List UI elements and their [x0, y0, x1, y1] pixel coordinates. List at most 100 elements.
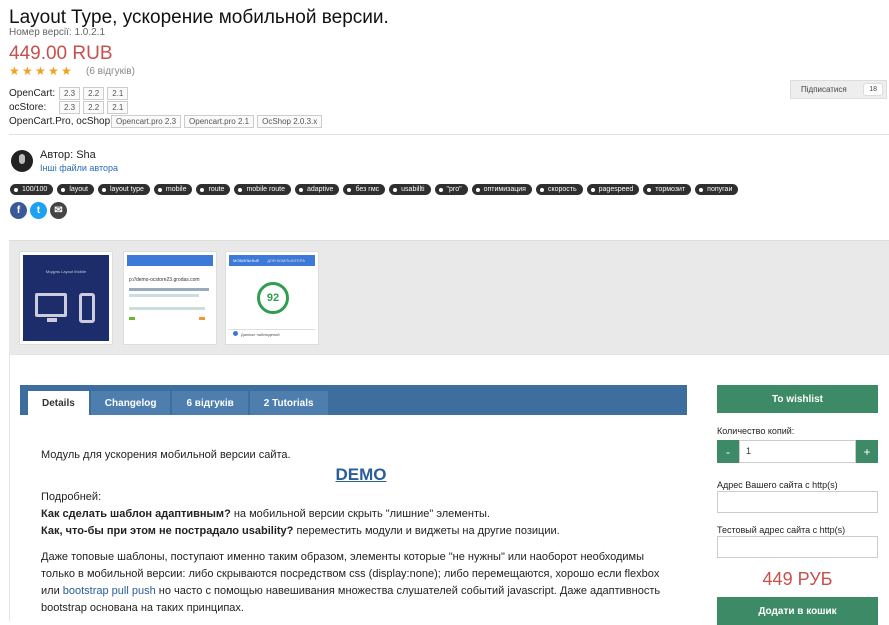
- tab-changelog[interactable]: Changelog: [90, 391, 171, 415]
- share-buttons: f t ✉: [10, 202, 67, 219]
- compat-label: OpenCart.Pro, ocShop:: [9, 116, 113, 127]
- tab-bar: Details Changelog 6 відгуків 2 Tutorials: [20, 385, 687, 415]
- tab-tutorials[interactable]: 2 Tutorials: [249, 391, 328, 415]
- tag[interactable]: usabillti: [389, 184, 431, 195]
- subscribers-count: 18: [863, 83, 883, 96]
- version-chip: 2.3: [59, 87, 81, 100]
- tag[interactable]: "pro": [434, 184, 468, 195]
- thumb-tabs: МОБИЛЬНЫЕ ДЛЯ КОМПЬЮТЕРА: [229, 255, 315, 266]
- rating: ★ ★ ★ ★ ★ (6 відгуків): [9, 64, 135, 78]
- gallery-thumb[interactable]: МОБИЛЬНЫЕ ДЛЯ КОМПЬЮТЕРА 92 Данные наблю…: [225, 251, 319, 345]
- quantity-label: Количество копий:: [717, 426, 795, 436]
- thumb-mark: [199, 317, 205, 320]
- tag[interactable]: 100/100: [10, 184, 54, 195]
- gallery-thumb[interactable]: Модуль Layout Mobile: [19, 251, 113, 345]
- divider: [9, 134, 889, 135]
- tag[interactable]: скорость: [535, 184, 583, 195]
- subscribe-label: Підписатися: [801, 85, 847, 94]
- facebook-icon[interactable]: f: [10, 202, 27, 219]
- quantity-plus-button[interactable]: +: [856, 440, 878, 463]
- thumb-url: p://demo-ocstore23.grodas.com: [129, 277, 200, 283]
- test-url-input[interactable]: [717, 536, 878, 558]
- star-icon: ★: [9, 64, 20, 78]
- version-chip: 2.1: [107, 101, 129, 114]
- test-url-label: Тестовый адрес сайта с http(s): [717, 525, 846, 535]
- tag[interactable]: route: [196, 184, 231, 195]
- description-q2: Как, что-бы при этом не пострадало usabi…: [41, 523, 681, 540]
- bootstrap-link[interactable]: bootstrap pull push: [63, 585, 156, 597]
- quantity-input[interactable]: 1: [739, 440, 856, 463]
- description-paragraph: Даже топовые шаблоны, поступают именно т…: [41, 549, 681, 617]
- version-chip: 2.1: [107, 87, 129, 100]
- score-gauge: 92: [257, 282, 289, 314]
- tag[interactable]: mobile: [153, 184, 193, 195]
- author-avatar[interactable]: [11, 150, 33, 172]
- thumb-mark: [129, 317, 135, 320]
- compat-ocstore: ocStore: 2.3 2.2 2.1: [9, 101, 131, 114]
- tag[interactable]: без гмс: [343, 184, 386, 195]
- thumb-header: [127, 255, 213, 266]
- site-url-label: Адрес Вашего сайта с http(s): [717, 480, 838, 490]
- subscribe-button[interactable]: Підписатися 18: [790, 80, 887, 99]
- compat-opencart-pro: OpenCart.Pro, ocShop: Opencart.pro 2.3 O…: [9, 115, 325, 128]
- q2-rest: переместить модули и виджеты на другие п…: [293, 525, 560, 537]
- q1-bold: Как сделать шаблон адаптивным?: [41, 508, 231, 520]
- version-chip: 2.2: [83, 101, 105, 114]
- reviews-count[interactable]: (6 відгуків): [86, 66, 135, 77]
- tag[interactable]: mobile route: [234, 184, 291, 195]
- tab-details[interactable]: Details: [28, 391, 89, 415]
- version-chip: Opencart.pro 2.3: [111, 115, 182, 128]
- monitor-icon: [35, 293, 67, 317]
- star-icon: ★: [48, 64, 59, 78]
- demo-link[interactable]: DEMO: [41, 466, 681, 483]
- screenshot-gallery: Модуль Layout Mobile p://demo-ocstore23.…: [9, 240, 889, 354]
- tag[interactable]: layout: [57, 184, 94, 195]
- star-icon: ★: [22, 64, 33, 78]
- author-name: Автор: Sha: [40, 149, 96, 161]
- thumb-tab: ДЛЯ КОМПЬЮТЕРА: [267, 258, 305, 263]
- version-chip: 2.2: [83, 87, 105, 100]
- author-files-link[interactable]: Інші файли автора: [40, 163, 118, 173]
- product-price: 449.00 RUB: [9, 43, 113, 64]
- version-chip: OcShop 2.0.3.x: [257, 115, 323, 128]
- version-chip: 2.3: [59, 101, 81, 114]
- cart-price: 449 РУБ: [762, 569, 833, 589]
- email-icon[interactable]: ✉: [50, 202, 67, 219]
- version-chip: Opencart.pro 2.1: [184, 115, 255, 128]
- phone-icon: [79, 293, 95, 323]
- tag-list: 100/100 layout layout type mobile route …: [10, 184, 739, 195]
- tag[interactable]: попугаи: [695, 184, 739, 195]
- description-q1: Как сделать шаблон адаптивным? на мобиль…: [41, 506, 681, 523]
- tab-reviews[interactable]: 6 відгуків: [172, 391, 248, 415]
- version-number: Номер версії: 1.0.2.1: [9, 27, 106, 38]
- description-more: Подробней:: [41, 491, 102, 503]
- monitor-stand: [47, 318, 57, 322]
- product-title: Layout Type, ускорение мобильной версии.: [9, 7, 389, 28]
- tag[interactable]: adaptive: [294, 184, 340, 195]
- tag[interactable]: тормозит: [643, 184, 692, 195]
- tag[interactable]: оптимизация: [471, 184, 532, 195]
- wishlist-button[interactable]: To wishlist: [717, 385, 878, 413]
- tag[interactable]: pagespeed: [586, 184, 640, 195]
- quantity-stepper: - 1 +: [717, 440, 878, 463]
- compat-label: OpenCart:: [9, 88, 56, 99]
- compat-label: ocStore:: [9, 102, 47, 113]
- compat-opencart: OpenCart: 2.3 2.2 2.1: [9, 87, 131, 100]
- description: Модуль для ускорения мобильной версии са…: [41, 447, 681, 617]
- thumb-line: [129, 288, 209, 291]
- thumb-caption: Модуль Layout Mobile: [45, 269, 87, 274]
- description-intro: Модуль для ускорения мобильной версии са…: [41, 449, 291, 461]
- info-icon: [233, 331, 238, 336]
- q2-bold: Как, что-бы при этом не пострадало usabi…: [41, 525, 294, 537]
- star-icon: ★: [35, 64, 46, 78]
- quantity-minus-button[interactable]: -: [717, 440, 739, 463]
- tag[interactable]: layout type: [98, 184, 150, 195]
- star-icon: ★: [61, 64, 72, 78]
- gallery-thumb[interactable]: p://demo-ocstore23.grodas.com: [123, 251, 217, 345]
- thumb-line: [129, 294, 199, 297]
- twitter-icon[interactable]: t: [30, 202, 47, 219]
- thumb-footer: Данные наблюдений: [229, 329, 315, 339]
- q1-rest: на мобильной версии скрыть "лишние" элем…: [230, 508, 490, 520]
- site-url-input[interactable]: [717, 491, 878, 513]
